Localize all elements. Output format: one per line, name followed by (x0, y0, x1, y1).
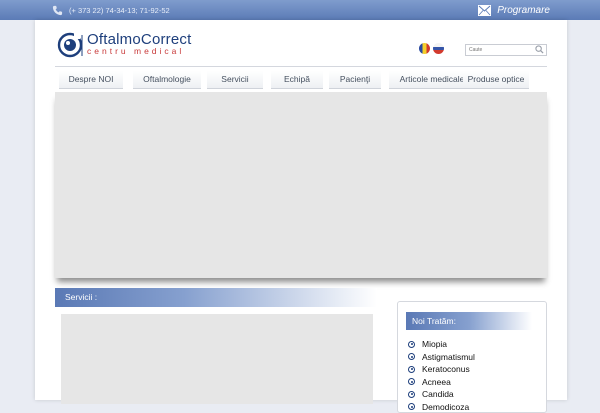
treatment-item-keratoconus[interactable]: Keratoconus (408, 363, 475, 376)
site-logo[interactable]: OftalmoCorrect centru medical (57, 32, 192, 58)
search-box (465, 44, 547, 56)
treatment-label: Miopia (422, 339, 447, 349)
search-icon[interactable] (535, 45, 544, 54)
treatment-item-demodicoza[interactable]: Demodicoza (408, 401, 475, 413)
treatment-item-miopia[interactable]: Miopia (408, 338, 475, 351)
radio-bullet-icon (408, 391, 415, 398)
nav-item-pacienti[interactable]: Pacienţi (329, 71, 381, 89)
treatments-title: Noi Tratăm: (406, 312, 532, 330)
main-nav: Despre NOI Oftalmologie Servicii Echipă … (55, 71, 547, 89)
eye-logo-icon (57, 32, 83, 58)
appointment-label: Programare (497, 5, 550, 16)
servicii-heading: Servicii : (55, 288, 377, 307)
russian-flag-icon[interactable] (433, 43, 444, 54)
envelope-icon (478, 5, 491, 16)
hero-slider[interactable] (55, 92, 547, 278)
nav-item-echipa[interactable]: Echipă (271, 71, 323, 89)
radio-bullet-icon (408, 341, 415, 348)
nav-divider (55, 66, 547, 67)
radio-bullet-icon (408, 366, 415, 373)
services-content-placeholder (61, 314, 373, 404)
logo-subtitle: centru medical (87, 47, 192, 56)
treatment-label: Keratoconus (422, 364, 470, 374)
language-switcher (419, 43, 444, 54)
romanian-flag-icon[interactable] (419, 43, 430, 54)
treatment-item-astigmatismul[interactable]: Astigmatismul (408, 351, 475, 364)
logo-name: OftalmoCorrect (87, 32, 192, 47)
top-bar: (+ 373 22) 74-34-13; 71-92-52 Programare (0, 0, 600, 20)
nav-item-servicii[interactable]: Servicii (207, 71, 263, 89)
nav-item-produse-optice[interactable]: Produse optice (463, 71, 529, 89)
treatment-item-acneea[interactable]: Acneea (408, 376, 475, 389)
search-input[interactable] (466, 45, 533, 55)
nav-item-despre-noi[interactable]: Despre NOI (59, 71, 123, 89)
treatment-item-candida[interactable]: Candida (408, 388, 475, 401)
treatment-label: Demodicoza (422, 402, 469, 412)
treatment-label: Acneea (422, 377, 451, 387)
phone-contact: (+ 373 22) 74-34-13; 71-92-52 (52, 2, 170, 18)
radio-bullet-icon (408, 378, 415, 385)
treatment-label: Candida (422, 389, 454, 399)
appointment-link[interactable]: Programare (478, 1, 550, 19)
radio-bullet-icon (408, 403, 415, 410)
page-container: OftalmoCorrect centru medical Despre NOI… (35, 20, 567, 400)
treatments-list: Miopia Astigmatismul Keratoconus Acneea … (408, 338, 475, 413)
treatments-sidebar: Noi Tratăm: Miopia Astigmatismul Keratoc… (397, 301, 547, 413)
phone-icon (52, 5, 63, 16)
radio-bullet-icon (408, 353, 415, 360)
treatment-label: Astigmatismul (422, 352, 475, 362)
nav-item-oftalmologie[interactable]: Oftalmologie (133, 71, 201, 89)
phone-number: (+ 373 22) 74-34-13; 71-92-52 (69, 6, 170, 15)
